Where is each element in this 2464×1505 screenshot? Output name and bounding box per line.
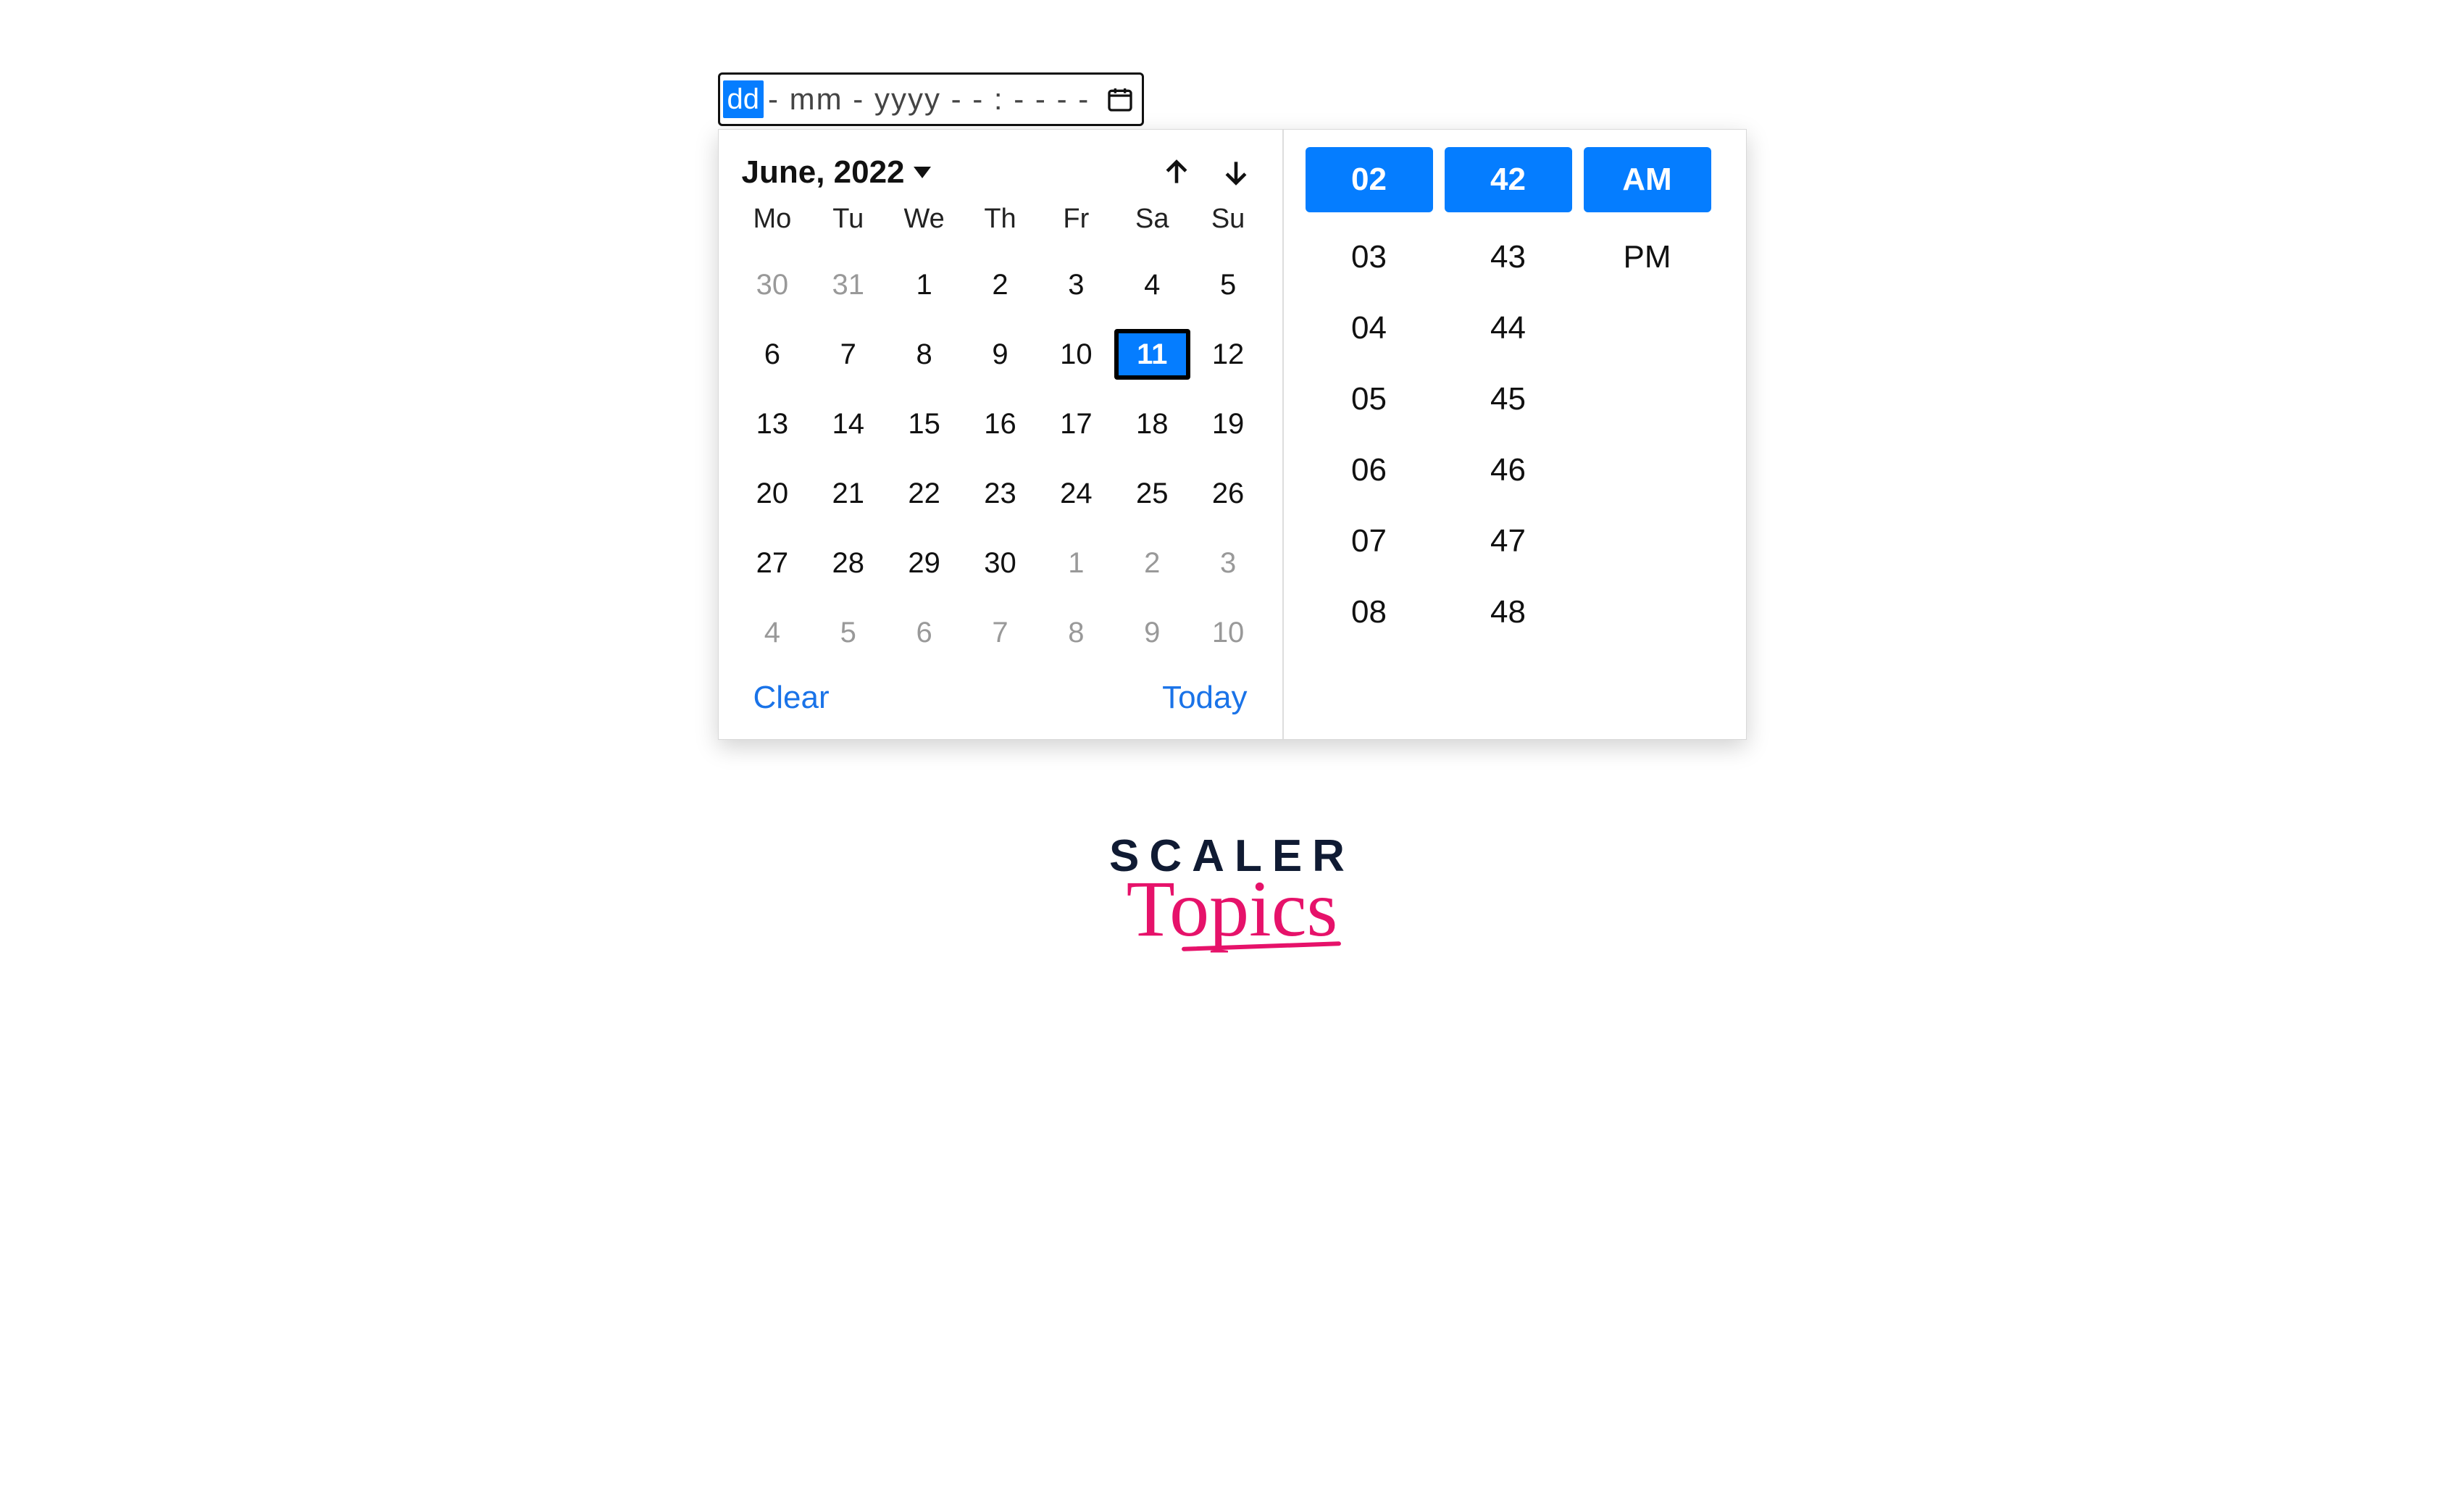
calendar-day[interactable]: 13: [735, 399, 811, 449]
minute-option[interactable]: 46: [1445, 444, 1572, 496]
input-dd-segment[interactable]: dd: [723, 80, 764, 118]
calendar-day[interactable]: 7: [962, 607, 1038, 658]
dow-header: Su: [1190, 204, 1266, 241]
calendar-day[interactable]: 8: [1038, 607, 1114, 658]
calendar-day[interactable]: 10: [1190, 607, 1266, 658]
minute-option[interactable]: 44: [1445, 302, 1572, 354]
minute-option[interactable]: 45: [1445, 373, 1572, 425]
calendar-day[interactable]: 27: [735, 538, 811, 588]
calendar-day[interactable]: 28: [810, 538, 886, 588]
calendar-day[interactable]: 5: [1190, 259, 1266, 310]
calendar-day[interactable]: 20: [735, 468, 811, 519]
calendar-pane: June, 2022 MoTuWeThFrSaSu303112345678910…: [719, 130, 1284, 739]
hour-option[interactable]: 07: [1306, 515, 1433, 567]
calendar-day[interactable]: 12: [1190, 329, 1266, 380]
dow-header: Fr: [1038, 204, 1114, 241]
calendar-day[interactable]: 9: [962, 329, 1038, 380]
input-rest-placeholder: - mm - yyyy - - : - - - -: [767, 82, 1090, 117]
hour-option[interactable]: 06: [1306, 444, 1433, 496]
calendar-day[interactable]: 10: [1038, 329, 1114, 380]
calendar-day[interactable]: 26: [1190, 468, 1266, 519]
hour-option[interactable]: 08: [1306, 586, 1433, 638]
calendar-day[interactable]: 2: [1114, 538, 1190, 588]
calendar-day[interactable]: 7: [810, 329, 886, 380]
hour-option[interactable]: 04: [1306, 302, 1433, 354]
today-button[interactable]: Today: [1162, 680, 1247, 716]
month-label: June, 2022: [742, 154, 905, 191]
calendar-day[interactable]: 5: [810, 607, 886, 658]
minute-selected[interactable]: 42: [1445, 147, 1572, 212]
calendar-day[interactable]: 3: [1038, 259, 1114, 310]
dow-header: Th: [962, 204, 1038, 241]
calendar-day[interactable]: 22: [886, 468, 962, 519]
minute-option[interactable]: 47: [1445, 515, 1572, 567]
calendar-day[interactable]: 30: [962, 538, 1038, 588]
calendar-day[interactable]: 6: [886, 607, 962, 658]
calendar-day[interactable]: 23: [962, 468, 1038, 519]
datetime-picker-panel: June, 2022 MoTuWeThFrSaSu303112345678910…: [718, 129, 1747, 740]
calendar-day[interactable]: 21: [810, 468, 886, 519]
ampm-selected[interactable]: AM: [1584, 147, 1711, 212]
calendar-day[interactable]: 3: [1190, 538, 1266, 588]
calendar-day[interactable]: 16: [962, 399, 1038, 449]
calendar-day[interactable]: 4: [1114, 259, 1190, 310]
dow-header: Sa: [1114, 204, 1190, 241]
chevron-down-icon: [914, 167, 931, 178]
datetime-input[interactable]: dd - mm - yyyy - - : - - - -: [718, 72, 1145, 126]
calendar-day[interactable]: 1: [1038, 538, 1114, 588]
hour-option[interactable]: 03: [1306, 231, 1433, 283]
calendar-day[interactable]: 14: [810, 399, 886, 449]
brand-logo: SCALER Topics: [1109, 834, 1355, 949]
dow-header: Tu: [810, 204, 886, 241]
minute-option[interactable]: 48: [1445, 586, 1572, 638]
ampm-option[interactable]: PM: [1584, 231, 1711, 283]
brand-bottom-text: Topics: [1127, 869, 1338, 949]
calendar-day[interactable]: 30: [735, 259, 811, 310]
calendar-day[interactable]: 9: [1114, 607, 1190, 658]
dow-header: Mo: [735, 204, 811, 241]
calendar-day[interactable]: 31: [810, 259, 886, 310]
calendar-day[interactable]: 8: [886, 329, 962, 380]
time-pane: 02 03 04 05 06 07 08 42 43 44 45 46 47 48 AM PM: [1284, 130, 1733, 739]
hour-selected[interactable]: 02: [1306, 147, 1433, 212]
calendar-day[interactable]: 11: [1114, 329, 1190, 380]
calendar-day[interactable]: 17: [1038, 399, 1114, 449]
calendar-icon[interactable]: [1106, 85, 1135, 114]
calendar-day[interactable]: 18: [1114, 399, 1190, 449]
calendar-day[interactable]: 25: [1114, 468, 1190, 519]
dow-header: We: [886, 204, 962, 241]
calendar-day[interactable]: 1: [886, 259, 962, 310]
calendar-day[interactable]: 15: [886, 399, 962, 449]
clear-button[interactable]: Clear: [753, 680, 830, 716]
prev-month-button[interactable]: [1161, 157, 1193, 188]
calendar-day[interactable]: 29: [886, 538, 962, 588]
next-month-button[interactable]: [1220, 157, 1252, 188]
calendar-day[interactable]: 24: [1038, 468, 1114, 519]
calendar-day[interactable]: 6: [735, 329, 811, 380]
minute-option[interactable]: 43: [1445, 231, 1572, 283]
calendar-day[interactable]: 19: [1190, 399, 1266, 449]
month-selector[interactable]: June, 2022: [742, 154, 931, 191]
calendar-day[interactable]: 2: [962, 259, 1038, 310]
hour-option[interactable]: 05: [1306, 373, 1433, 425]
calendar-day[interactable]: 4: [735, 607, 811, 658]
